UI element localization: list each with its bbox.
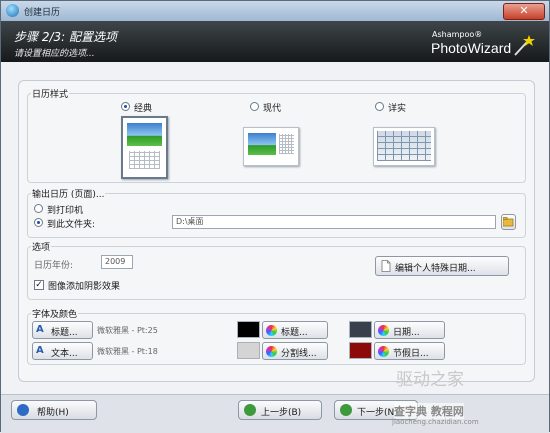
step-title: 步骤 2/3: 配置选项 xyxy=(14,30,117,44)
holiday-color-swatch xyxy=(349,342,372,359)
output-printer-label: 到打印机 xyxy=(47,206,84,216)
style-classic-label: 经典 xyxy=(134,104,153,114)
text-font-button[interactable]: A 文本... xyxy=(32,342,93,360)
brand-product: PhotoWizard xyxy=(431,40,512,56)
calendar-style-title: 日历样式 xyxy=(31,87,70,100)
arrow-left-icon xyxy=(244,404,256,416)
watermark-title: 驱动之家 xyxy=(396,370,464,390)
separator-color-label: 分割线... xyxy=(281,349,317,359)
step-subtitle: 请设置相应的选项... xyxy=(14,49,95,59)
output-folder-label: 到此文件夹: xyxy=(47,220,96,230)
shadow-checkbox[interactable]: ✓ xyxy=(34,280,44,290)
style-modern-label: 现代 xyxy=(263,104,282,114)
watermark-url: jiaocheng.chazidian.com xyxy=(392,418,479,426)
wizard-window: 创建日历 ✕ 步骤 2/3: 配置选项 请设置相应的选项... Ashampoo… xyxy=(0,0,550,433)
font-icon: A xyxy=(36,345,44,356)
date-color-button[interactable]: 日期... xyxy=(374,321,445,339)
style-classic-preview[interactable] xyxy=(121,116,168,179)
fonts-colors-title: 字体及颜色 xyxy=(31,307,79,320)
title-color-label: 标题... xyxy=(281,328,308,338)
output-title: 输出日历 (页面)... xyxy=(31,187,106,200)
title-font-button[interactable]: A 标题... xyxy=(32,321,93,339)
year-label: 日历年份: xyxy=(34,261,74,271)
output-printer-radio[interactable] xyxy=(34,204,43,213)
title-bar: 创建日历 ✕ xyxy=(1,1,549,21)
style-classic-radio[interactable] xyxy=(121,102,130,111)
close-button[interactable]: ✕ xyxy=(503,3,545,20)
color-wheel-icon xyxy=(378,325,389,336)
year-field[interactable]: 2009 xyxy=(101,255,133,269)
title-color-button[interactable]: 标题... xyxy=(262,321,328,339)
title-font-info: 微软雅黑 - Pt:25 xyxy=(97,326,158,335)
watermark: 驱动之家 查字典 教程网 jiaocheng.chazidian.com xyxy=(384,351,549,431)
help-button[interactable]: 帮助(H) xyxy=(11,400,97,420)
help-label: 帮助(H) xyxy=(37,408,69,418)
color-wheel-icon xyxy=(266,325,277,336)
brand-company: Ashampoo® xyxy=(432,30,483,39)
options-panel: 日历样式 经典 现代 详实 输出日历 (页面)... 到打印机 到此文件夹: D… xyxy=(18,80,535,382)
app-icon xyxy=(6,4,19,17)
watermark-brand: 查字典 教程网 xyxy=(394,403,464,419)
text-font-info: 微软雅黑 - Pt:18 xyxy=(97,347,158,356)
wizard-header: 步骤 2/3: 配置选项 请设置相应的选项... Ashampoo® Photo… xyxy=(1,21,549,62)
style-modern-radio[interactable] xyxy=(250,102,259,111)
browse-folder-button[interactable] xyxy=(501,214,516,230)
style-modern-preview[interactable] xyxy=(243,127,299,166)
color-wheel-icon xyxy=(266,346,277,357)
document-icon xyxy=(381,260,391,272)
folder-icon xyxy=(503,217,514,227)
style-detailed-label: 详实 xyxy=(388,104,407,114)
separator-color-button[interactable]: 分割线... xyxy=(262,342,328,360)
arrow-right-icon xyxy=(340,404,352,416)
title-color-swatch xyxy=(237,321,260,338)
output-folder-radio[interactable] xyxy=(34,218,43,227)
separator-color-swatch xyxy=(237,342,260,359)
style-detailed-preview[interactable] xyxy=(373,127,435,166)
options-title: 选项 xyxy=(31,240,52,253)
style-detailed-radio[interactable] xyxy=(375,102,384,111)
back-label: 上一步(B) xyxy=(261,408,302,418)
magic-wand-icon xyxy=(514,35,535,56)
date-color-label: 日期... xyxy=(393,328,420,338)
edit-special-dates-button[interactable]: 编辑个人特殊日期... xyxy=(375,256,509,276)
back-button[interactable]: 上一步(B) xyxy=(238,400,322,420)
edit-special-dates-label: 编辑个人特殊日期... xyxy=(395,264,476,274)
date-color-swatch xyxy=(349,321,372,338)
title-font-button-label: 标题... xyxy=(51,328,78,338)
folder-path-field[interactable]: D:\桌面 xyxy=(172,215,496,229)
window-title: 创建日历 xyxy=(24,8,61,18)
shadow-label: 图像添加阴影效果 xyxy=(48,282,121,292)
help-icon xyxy=(17,404,29,416)
font-icon: A xyxy=(36,324,44,335)
text-font-button-label: 文本... xyxy=(51,349,78,359)
